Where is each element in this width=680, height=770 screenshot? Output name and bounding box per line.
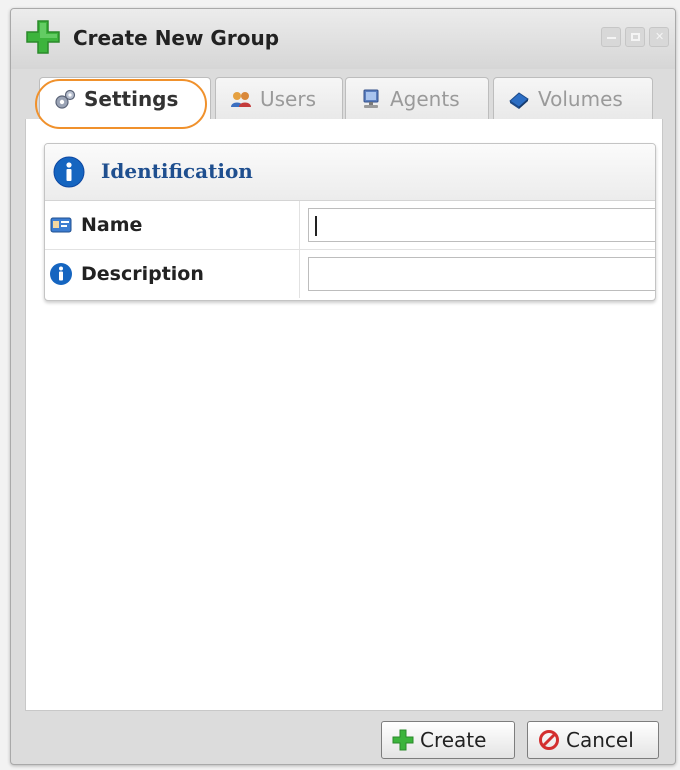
tab-settings-label: Settings bbox=[84, 87, 179, 111]
tab-bar: Settings Users Agents Volumes bbox=[25, 71, 663, 120]
description-row: Description bbox=[45, 250, 655, 298]
identification-header: Identification bbox=[45, 144, 655, 201]
tab-users[interactable]: Users bbox=[215, 77, 343, 119]
create-button[interactable]: Create bbox=[381, 721, 515, 759]
description-label: Description bbox=[81, 263, 204, 285]
dialog-title: Create New Group bbox=[73, 26, 280, 50]
settings-panel: Identification Name Description bbox=[25, 119, 663, 711]
maximize-icon bbox=[631, 33, 640, 41]
users-icon bbox=[231, 91, 251, 107]
info-icon bbox=[53, 156, 85, 188]
name-input[interactable] bbox=[308, 208, 655, 242]
maximize-button[interactable] bbox=[625, 27, 645, 47]
tab-volumes-label: Volumes bbox=[538, 86, 623, 111]
tab-users-label: Users bbox=[260, 86, 317, 111]
computer-icon bbox=[363, 89, 379, 108]
cancel-button-label: Cancel bbox=[566, 728, 634, 752]
close-icon: ✕ bbox=[655, 30, 665, 43]
description-label-cell: Description bbox=[45, 250, 300, 298]
identification-section: Identification Name Description bbox=[44, 143, 656, 301]
section-title: Identification bbox=[101, 159, 253, 183]
create-group-dialog: Create New Group ✕ Settings Users Agents… bbox=[10, 8, 676, 765]
close-button[interactable]: ✕ bbox=[649, 27, 669, 47]
id-card-icon bbox=[50, 217, 72, 233]
plus-icon bbox=[26, 20, 60, 54]
info-icon bbox=[50, 263, 72, 285]
title-bar[interactable]: Create New Group ✕ bbox=[11, 9, 675, 69]
description-input[interactable] bbox=[308, 257, 655, 291]
name-row: Name bbox=[45, 201, 655, 250]
create-button-label: Create bbox=[420, 728, 487, 752]
tab-agents[interactable]: Agents bbox=[345, 77, 489, 119]
tab-agents-label: Agents bbox=[390, 86, 460, 111]
tab-settings[interactable]: Settings bbox=[39, 77, 211, 120]
window-controls: ✕ bbox=[601, 27, 669, 47]
minimize-icon bbox=[607, 37, 616, 39]
disk-icon bbox=[509, 91, 529, 109]
tab-volumes[interactable]: Volumes bbox=[493, 77, 653, 119]
name-label-cell: Name bbox=[45, 201, 300, 249]
gears-icon bbox=[55, 89, 76, 109]
dialog-footer: Create Cancel bbox=[25, 711, 663, 761]
cancel-button[interactable]: Cancel bbox=[527, 721, 659, 759]
name-label: Name bbox=[81, 214, 143, 236]
minimize-button[interactable] bbox=[601, 27, 621, 47]
plus-icon bbox=[392, 729, 414, 751]
text-cursor bbox=[315, 216, 317, 236]
cancel-icon bbox=[539, 730, 559, 750]
